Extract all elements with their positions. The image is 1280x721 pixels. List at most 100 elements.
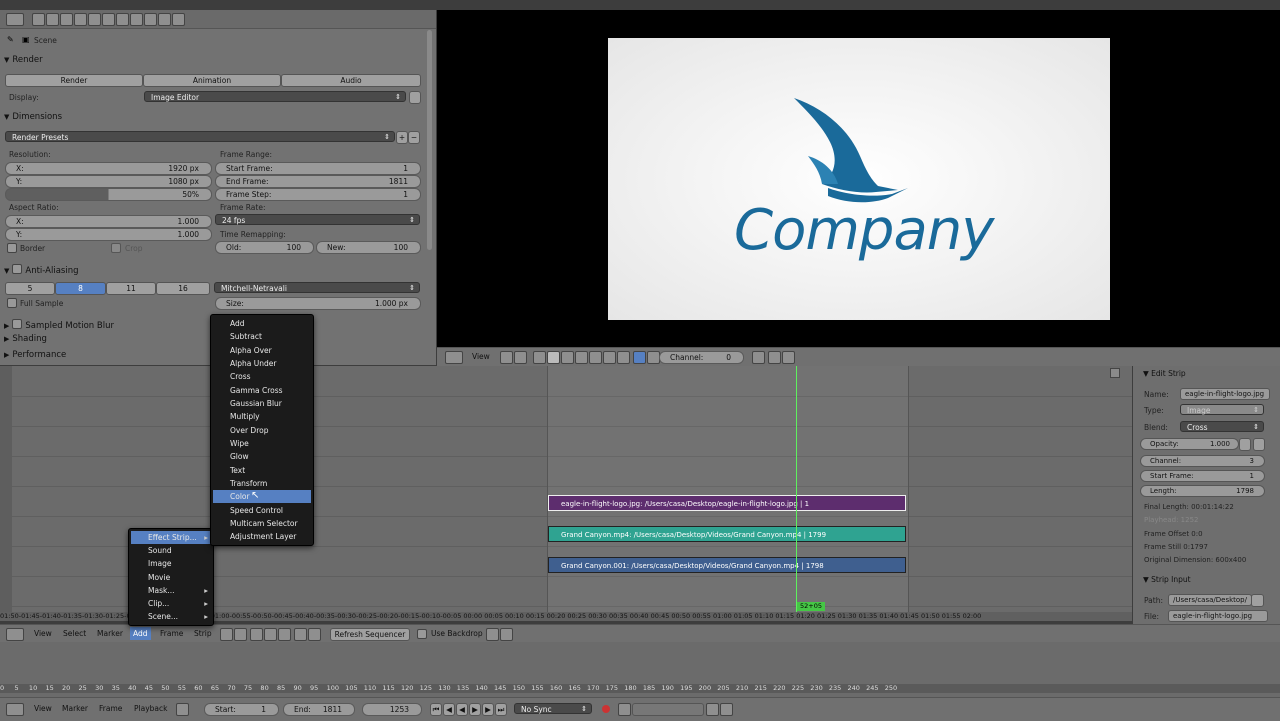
play-reverse-icon[interactable]: ◀ bbox=[456, 703, 468, 716]
resolution-y-field[interactable]: Y: 1080 px bbox=[5, 175, 212, 188]
copy-icon[interactable] bbox=[294, 628, 307, 641]
seq-add-menu[interactable]: Add bbox=[130, 627, 151, 640]
gizmo-icon[interactable] bbox=[575, 351, 588, 364]
editor-type-icon[interactable] bbox=[6, 13, 24, 26]
strip-movie[interactable]: Grand Canyon.mp4: /Users/casa/Desktop/Vi… bbox=[548, 526, 906, 542]
record-icon[interactable] bbox=[602, 705, 610, 713]
strip-channel-field[interactable]: Channel: 3 bbox=[1140, 455, 1265, 467]
channels-icon[interactable] bbox=[533, 351, 546, 364]
world-tab-icon[interactable] bbox=[74, 13, 87, 26]
use-backdrop-checkbox[interactable] bbox=[417, 629, 427, 639]
keying-icon[interactable] bbox=[618, 703, 631, 716]
menu-item-glow[interactable]: Glow bbox=[213, 450, 311, 463]
editor-type-icon[interactable] bbox=[445, 351, 463, 364]
insert-keyframe-icon[interactable] bbox=[706, 703, 719, 716]
jump-start-icon[interactable]: ⏮ bbox=[430, 703, 442, 716]
view-type-icon[interactable] bbox=[514, 351, 527, 364]
resolution-x-field[interactable]: X: 1920 px bbox=[5, 162, 212, 175]
prev-keyframe-icon[interactable]: ◀ bbox=[443, 703, 455, 716]
proxy-icon[interactable] bbox=[603, 351, 616, 364]
refresh-sequencer-button[interactable]: Refresh Sequencer bbox=[330, 628, 410, 641]
performance-section-header[interactable]: ▶ Performance bbox=[4, 350, 66, 360]
menu-item-effect-strip[interactable]: Effect Strip... bbox=[131, 531, 211, 544]
strip-length-field[interactable]: Length: 1798 bbox=[1140, 485, 1265, 497]
seq-select-menu[interactable]: Select bbox=[63, 629, 86, 638]
sync-select[interactable]: No Sync bbox=[514, 703, 592, 715]
menu-item-sound[interactable]: Sound bbox=[131, 544, 211, 557]
render-presets-select[interactable]: Render Presets bbox=[5, 131, 395, 143]
layers-tab-icon[interactable] bbox=[46, 13, 59, 26]
seq-view-menu[interactable]: View bbox=[34, 629, 52, 638]
full-sample-checkbox[interactable] bbox=[7, 298, 17, 308]
file-field[interactable]: eagle-in-flight-logo.jpg bbox=[1168, 610, 1268, 622]
menu-item-wipe[interactable]: Wipe bbox=[213, 437, 311, 450]
menu-item-multicam-selector[interactable]: Multicam Selector bbox=[213, 517, 311, 530]
start-frame-field[interactable]: Start Frame: 1 bbox=[215, 162, 421, 175]
blend-select[interactable]: Cross bbox=[1180, 421, 1264, 433]
strip-start-field[interactable]: Start Frame: 1 bbox=[1140, 470, 1265, 482]
opacity-field[interactable]: Opacity: 1.000 bbox=[1140, 438, 1239, 450]
timeline-ruler[interactable]: 0 5 10 15 20 25 30 35 40 45 50 55 60 65 … bbox=[0, 684, 1280, 693]
overlay-icon[interactable] bbox=[547, 351, 560, 364]
play-icon[interactable]: ▶ bbox=[469, 703, 481, 716]
constraints-tab-icon[interactable] bbox=[102, 13, 115, 26]
menu-item-alpha-under[interactable]: Alpha Under bbox=[213, 357, 311, 370]
modifiers-tab-icon[interactable] bbox=[116, 13, 129, 26]
dimensions-section-header[interactable]: ▼ Dimensions bbox=[4, 112, 62, 122]
remap-new-field[interactable]: New: 100 bbox=[316, 241, 421, 254]
frame-rate-select[interactable]: 24 fps bbox=[215, 214, 420, 226]
menu-item-scene[interactable]: Scene... bbox=[131, 610, 211, 623]
overdrop-icon[interactable] bbox=[486, 628, 499, 641]
tl-start-field[interactable]: Start: 1 bbox=[204, 703, 279, 716]
menu-item-movie[interactable]: Movie bbox=[131, 571, 211, 584]
keying-set-field[interactable] bbox=[632, 703, 704, 716]
zoom-icon[interactable] bbox=[617, 351, 630, 364]
strip-movie-copy[interactable]: Grand Canyon.001: /Users/casa/Desktop/Vi… bbox=[548, 557, 906, 573]
scene-tab-icon[interactable] bbox=[60, 13, 73, 26]
menu-item-subtract[interactable]: Subtract bbox=[213, 330, 311, 343]
menu-item-over-drop[interactable]: Over Drop bbox=[213, 424, 311, 437]
aa-size-field[interactable]: Size: 1.000 px bbox=[215, 297, 421, 310]
tl-end-field[interactable]: End: 1811 bbox=[283, 703, 355, 716]
view-mode-icon[interactable] bbox=[220, 628, 233, 641]
editor-type-icon[interactable] bbox=[6, 628, 24, 641]
animation-button[interactable]: Animation bbox=[143, 74, 281, 87]
strip-name-field[interactable]: eagle-in-flight-logo.jpg bbox=[1180, 388, 1270, 400]
transform-icon[interactable] bbox=[589, 351, 602, 364]
menu-item-speed-control[interactable]: Speed Control bbox=[213, 504, 311, 517]
material-tab-icon[interactable] bbox=[144, 13, 157, 26]
menu-item-gamma-cross[interactable]: Gamma Cross bbox=[213, 384, 311, 397]
menu-item-adjustment-layer[interactable]: Adjustment Layer bbox=[213, 530, 311, 543]
menu-item-transform[interactable]: Transform bbox=[213, 477, 311, 490]
channels-icon[interactable] bbox=[250, 628, 263, 641]
strip-image[interactable]: eagle-in-flight-logo.jpg: /Users/casa/De… bbox=[548, 495, 906, 511]
motion-blur-section-header[interactable]: ▶ Sampled Motion Blur bbox=[4, 318, 114, 331]
tl-view-menu[interactable]: View bbox=[34, 704, 52, 713]
menu-item-multiply[interactable]: Multiply bbox=[213, 410, 311, 423]
region-toggle-icon[interactable] bbox=[1110, 368, 1120, 378]
shading-section-header[interactable]: ▶ Shading bbox=[4, 334, 47, 344]
seq-frame-menu[interactable]: Frame bbox=[160, 629, 183, 638]
preview-view-menu[interactable]: View bbox=[472, 352, 490, 361]
preview-mode-icon[interactable] bbox=[234, 628, 247, 641]
safe-margin-icon[interactable] bbox=[561, 351, 574, 364]
playhead[interactable] bbox=[796, 366, 797, 612]
anti-aliasing-section-header[interactable]: ▼ Anti-Aliasing bbox=[4, 263, 79, 276]
data-tab-icon[interactable] bbox=[130, 13, 143, 26]
preview-range-icon[interactable] bbox=[176, 703, 189, 716]
lock-icon[interactable] bbox=[1253, 438, 1265, 451]
lock-icon[interactable] bbox=[752, 351, 765, 364]
menu-item-clip[interactable]: Clip... bbox=[131, 597, 211, 610]
gizmo-icon[interactable] bbox=[278, 628, 291, 641]
path-field[interactable]: /Users/casa/Desktop/ bbox=[1168, 594, 1252, 606]
frame-step-field[interactable]: Frame Step: 1 bbox=[215, 188, 421, 201]
menu-item-mask[interactable]: Mask... bbox=[131, 584, 211, 597]
object-tab-icon[interactable] bbox=[88, 13, 101, 26]
texture-tab-icon[interactable] bbox=[158, 13, 171, 26]
channel-field[interactable]: Channel: 0 bbox=[659, 351, 744, 364]
menu-item-text[interactable]: Text bbox=[213, 464, 311, 477]
menu-item-gaussian-blur[interactable]: Gaussian Blur bbox=[213, 397, 311, 410]
anti-aliasing-checkbox[interactable] bbox=[12, 264, 23, 274]
aspect-x-field[interactable]: X: 1.000 bbox=[5, 215, 212, 228]
display-mode-icon[interactable] bbox=[500, 351, 513, 364]
